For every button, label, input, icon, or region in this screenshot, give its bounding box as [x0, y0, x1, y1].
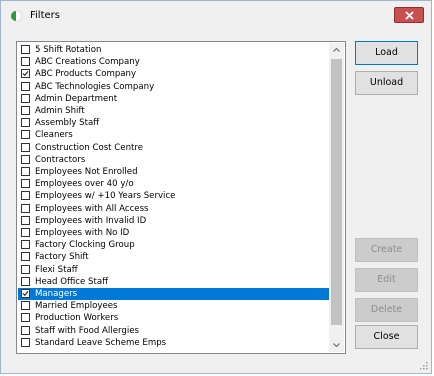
- create-button[interactable]: Create: [355, 238, 418, 262]
- list-item-label: Cleaners: [35, 130, 73, 141]
- edit-button[interactable]: Edit: [355, 268, 418, 292]
- list-item-label: 5 Shift Rotation: [35, 45, 102, 55]
- list-item[interactable]: Managers: [18, 288, 330, 300]
- list-item-label: ABC Creations Company: [35, 57, 140, 68]
- list-item[interactable]: Production Workers: [18, 312, 330, 324]
- list-item-label: Staff with Food Allergies: [35, 325, 139, 336]
- list-item-label: Married Employees: [35, 301, 118, 312]
- checkbox[interactable]: [21, 93, 30, 103]
- title-bar[interactable]: Filters: [1, 1, 431, 31]
- list-item[interactable]: ABC Creations Company: [18, 56, 330, 68]
- checkbox[interactable]: [21, 81, 30, 91]
- list-item[interactable]: Married Employees: [18, 300, 330, 312]
- checkbox[interactable]: [21, 313, 30, 323]
- scrollbar-thumb[interactable]: [331, 59, 342, 325]
- close-icon: [405, 11, 414, 20]
- list-item[interactable]: 5 Shift Rotation: [18, 44, 330, 56]
- checkbox[interactable]: [21, 215, 30, 225]
- list-item[interactable]: Flexi Staff: [18, 264, 330, 276]
- list-item[interactable]: Contractors: [18, 154, 330, 166]
- list-item-label: Employees w/ +10 Years Service: [35, 191, 176, 202]
- checkbox[interactable]: [21, 191, 30, 201]
- checkbox[interactable]: [21, 337, 30, 347]
- chevron-up-icon: [333, 48, 340, 52]
- list-item[interactable]: Employees with No ID: [18, 227, 330, 239]
- checkbox[interactable]: [21, 118, 30, 128]
- checkbox[interactable]: [21, 240, 30, 250]
- checkbox[interactable]: [21, 289, 30, 298]
- window-title: Filters: [30, 10, 60, 21]
- list-item-label: Standard Leave Scheme Emps: [35, 337, 167, 348]
- checkbox[interactable]: [21, 167, 30, 176]
- scroll-up-button[interactable]: [329, 43, 344, 57]
- list-item[interactable]: Admin Shift: [18, 105, 330, 117]
- list-item[interactable]: Employees over 40 y/o: [18, 178, 330, 190]
- checkbox[interactable]: [21, 154, 30, 164]
- list-item[interactable]: Employees w/ +10 Years Service: [18, 190, 330, 202]
- list-item[interactable]: Factory Clocking Group: [18, 239, 330, 251]
- list-item[interactable]: ABC Products Company: [18, 68, 330, 80]
- checkbox[interactable]: [21, 130, 30, 140]
- load-button[interactable]: Load: [355, 41, 418, 65]
- checkbox[interactable]: [21, 301, 30, 311]
- list-item-label: Construction Cost Centre: [35, 142, 144, 153]
- list-item-label: Employees over 40 y/o: [35, 179, 134, 190]
- list-item-label: Factory Shift: [35, 252, 89, 263]
- close-button[interactable]: Close: [355, 325, 418, 349]
- checkbox[interactable]: [21, 179, 30, 189]
- checkbox[interactable]: [21, 57, 30, 67]
- checkbox[interactable]: [21, 106, 30, 115]
- list-item[interactable]: Factory Shift: [18, 251, 330, 263]
- vertical-scrollbar[interactable]: [329, 43, 344, 352]
- delete-button[interactable]: Delete: [355, 298, 418, 322]
- list-item[interactable]: Admin Department: [18, 93, 330, 105]
- list-item-label: Factory Clocking Group: [35, 240, 135, 251]
- list-item-label: Admin Shift: [35, 106, 85, 116]
- list-item[interactable]: ABC Technologies Company: [18, 81, 330, 93]
- list-item-label: Assembly Staff: [35, 118, 100, 129]
- list-item[interactable]: Employees Not Enrolled: [18, 166, 330, 178]
- list-item[interactable]: Employees with All Access: [18, 203, 330, 215]
- checkmark-icon: [22, 71, 29, 77]
- checkbox[interactable]: [21, 276, 30, 286]
- list-item-label: Flexi Staff: [35, 264, 78, 275]
- list-item[interactable]: Assembly Staff: [18, 117, 330, 129]
- list-item-label: Managers: [35, 289, 78, 299]
- list-item[interactable]: Standard Leave Scheme Emps: [18, 337, 330, 349]
- list-item[interactable]: Head Office Staff: [18, 276, 330, 288]
- filters-listbox[interactable]: 5 Shift Rotation ABC Creations Company ABC…: [16, 41, 346, 354]
- checkbox[interactable]: [21, 45, 30, 54]
- checkbox[interactable]: [21, 142, 30, 152]
- list-item-label: Contractors: [35, 154, 86, 165]
- checkbox[interactable]: [21, 69, 30, 79]
- list-item-label: Employees with All Access: [35, 203, 149, 214]
- checkbox[interactable]: [21, 252, 30, 262]
- app-icon: [10, 10, 22, 22]
- list-item[interactable]: Cleaners: [18, 129, 330, 141]
- list-item-label: ABC Technologies Company: [35, 81, 155, 92]
- checkmark-icon: [22, 291, 29, 297]
- list-item-label: Employees Not Enrolled: [35, 167, 138, 177]
- checkbox[interactable]: [21, 264, 30, 274]
- list-item-label: ABC Products Company: [35, 69, 137, 80]
- scroll-down-button[interactable]: [329, 338, 344, 352]
- filters-dialog: Filters 5 Shift Rotation ABC Creations Co…: [0, 0, 432, 374]
- list-item[interactable]: Staff with Food Allergies: [18, 325, 330, 337]
- list-item-label: Admin Department: [35, 93, 118, 104]
- list-item[interactable]: Employees with Invalid ID: [18, 215, 330, 227]
- resize-grip-icon[interactable]: [420, 362, 428, 370]
- list-item-label: Head Office Staff: [35, 276, 109, 287]
- chevron-down-icon: [333, 343, 340, 347]
- checkbox[interactable]: [21, 325, 30, 335]
- close-window-button[interactable]: [394, 7, 424, 23]
- checkbox[interactable]: [21, 203, 30, 213]
- unload-button[interactable]: Unload: [355, 71, 418, 95]
- list-item-label: Employees with No ID: [35, 228, 130, 238]
- list-item[interactable]: Construction Cost Centre: [18, 142, 330, 154]
- list-item-label: Employees with Invalid ID: [35, 215, 147, 226]
- list-item-label: Production Workers: [35, 313, 119, 324]
- checkbox[interactable]: [21, 228, 30, 237]
